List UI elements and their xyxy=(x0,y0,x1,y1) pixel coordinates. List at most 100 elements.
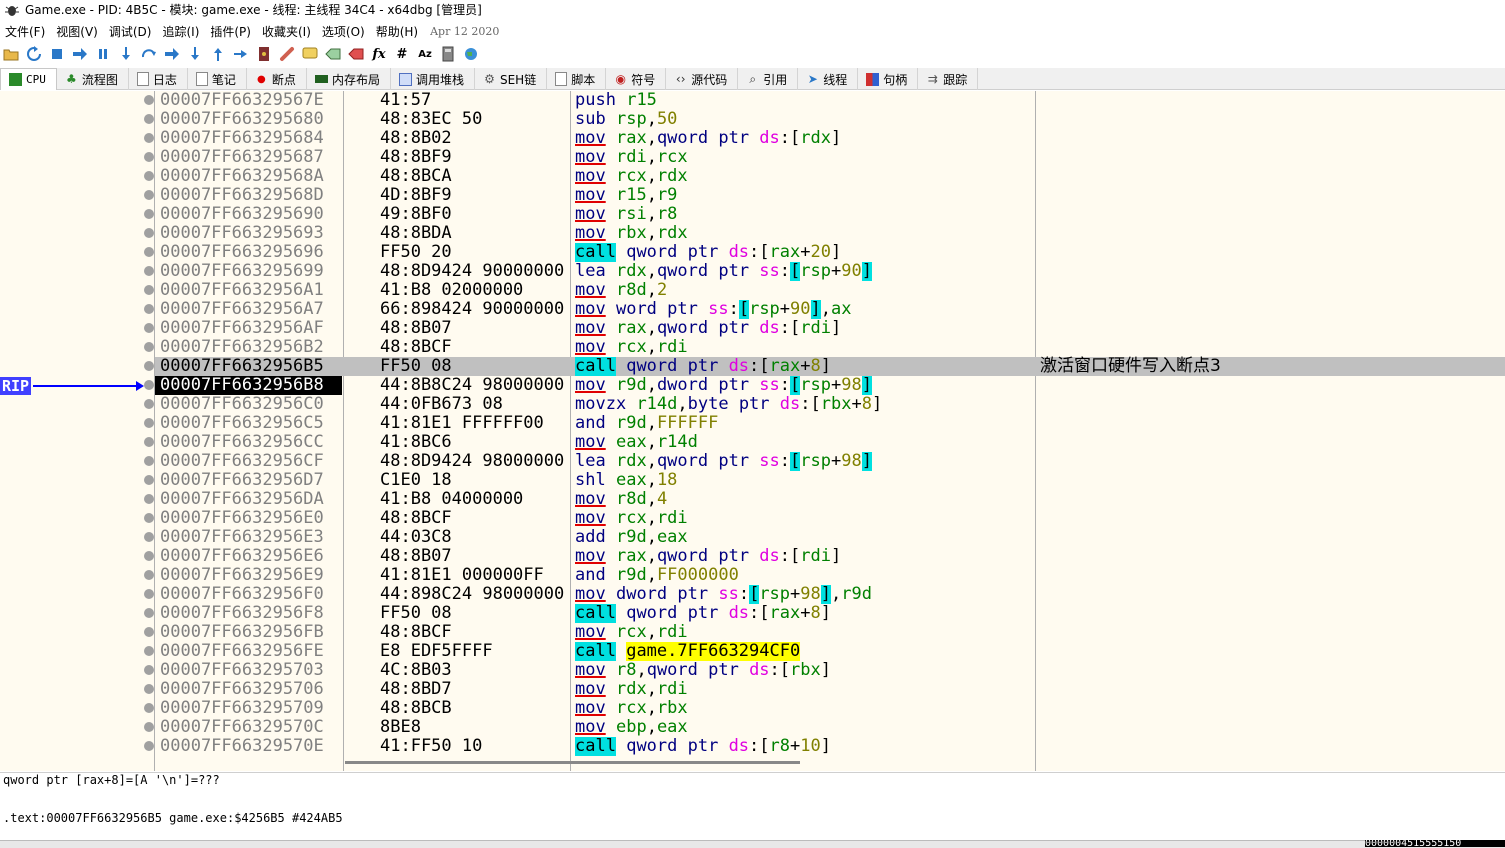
breakpoint-toggle-icon[interactable] xyxy=(144,380,154,390)
tab-source[interactable]: ‹› 源代码 xyxy=(666,68,739,90)
breakpoint-toggle-icon[interactable] xyxy=(144,494,154,504)
breakpoint-toggle-icon[interactable] xyxy=(144,285,154,295)
breakpoint-toggle-icon[interactable] xyxy=(144,228,154,238)
instruction-row[interactable]: 00007FF6632956A7 66:898424 90000000 mov wo… xyxy=(155,300,1505,319)
instruction-row[interactable]: 00007FF6632956FE E8 EDF5FFFF call game.7FF… xyxy=(155,642,1505,661)
breakpoint-toggle-icon[interactable] xyxy=(144,342,154,352)
breakpoint-toggle-icon[interactable] xyxy=(144,551,154,561)
instruction-row[interactable]: 00007FF66329570C 8BE8 mov ebp,eax xyxy=(155,718,1505,737)
instruction-row[interactable]: 00007FF6632956E3 44:03C8 add r9d,eax xyxy=(155,528,1505,547)
breakpoint-toggle-icon[interactable] xyxy=(144,589,154,599)
horizontal-scrollbar[interactable] xyxy=(345,761,800,764)
breakpoint-toggle-icon[interactable] xyxy=(144,532,154,542)
tab-references[interactable]: ⌕ 引用 xyxy=(738,68,799,90)
breakpoint-toggle-icon[interactable] xyxy=(144,266,154,276)
breakpoint-toggle-icon[interactable] xyxy=(144,171,154,181)
instruction-row[interactable]: 00007FF66329568D 4D:8BF9 mov r15,r9 xyxy=(155,186,1505,205)
instruction-row[interactable]: 00007FF6632956CC 41:8BC6 mov eax,r14d xyxy=(155,433,1505,452)
breakpoint-toggle-icon[interactable] xyxy=(144,570,154,580)
tab-symbols[interactable]: ◉ 符号 xyxy=(606,68,667,90)
instruction-row[interactable]: 00007FF663295693 48:8BDA mov rbx,rdx xyxy=(155,224,1505,243)
patch-icon[interactable] xyxy=(278,45,296,63)
menu-debug[interactable]: 调试(D) xyxy=(104,23,158,40)
instruction-row[interactable]: 00007FF6632956AF 48:8B07 mov rax,qword ptr… xyxy=(155,319,1505,338)
menu-file[interactable]: 文件(F) xyxy=(0,23,51,40)
instruction-row[interactable]: 00007FF663295690 49:8BF0 mov rsi,r8 xyxy=(155,205,1505,224)
branch-gutter[interactable]: RIP xyxy=(0,91,153,771)
tab-graph[interactable]: ♣ 流程图 xyxy=(57,68,129,90)
breakpoint-toggle-icon[interactable] xyxy=(144,608,154,618)
pause-icon[interactable] xyxy=(94,45,112,63)
tab-cpu[interactable]: CPU xyxy=(0,68,57,90)
hash-icon[interactable]: # xyxy=(393,45,411,63)
tab-log[interactable]: 日志 xyxy=(129,68,188,90)
instruction-row[interactable]: 00007FF6632956B8 44:8B8C24 98000000 mov r9… xyxy=(155,376,1505,395)
instruction-row[interactable]: 00007FF663295687 48:8BF9 mov rdi,rcx xyxy=(155,148,1505,167)
instruction-row[interactable]: 00007FF663295680 48:83EC 50 sub rsp,50 xyxy=(155,110,1505,129)
instruction-row[interactable]: 00007FF6632956B5 FF50 08 call qword ptr ds… xyxy=(155,357,1505,376)
menu-favourites[interactable]: 收藏夹(I) xyxy=(257,23,317,40)
instruction-row[interactable]: 00007FF6632956CF 48:8D9424 98000000 lea rd… xyxy=(155,452,1505,471)
step-into-icon[interactable] xyxy=(117,45,135,63)
scylla-icon[interactable] xyxy=(255,45,273,63)
instruction-row[interactable]: 00007FF6632956C0 44:0FB673 08 movzx r14d,b… xyxy=(155,395,1505,414)
menu-plugins[interactable]: 插件(P) xyxy=(205,23,257,40)
breakpoint-toggle-icon[interactable] xyxy=(144,323,154,333)
breakpoint-toggle-icon[interactable] xyxy=(144,209,154,219)
open-icon[interactable] xyxy=(2,45,20,63)
instruction-row[interactable]: 00007FF663295684 48:8B02 mov rax,qword ptr… xyxy=(155,129,1505,148)
bookmark-icon[interactable] xyxy=(347,45,365,63)
trace-over-icon[interactable] xyxy=(186,45,204,63)
menu-trace[interactable]: 追踪(I) xyxy=(157,23,205,40)
breakpoint-toggle-icon[interactable] xyxy=(144,304,154,314)
breakpoint-toggle-icon[interactable] xyxy=(144,646,154,656)
instruction-row[interactable]: 00007FF66329568A 48:8BCA mov rcx,rdx xyxy=(155,167,1505,186)
breakpoint-toggle-icon[interactable] xyxy=(144,513,154,523)
instruction-row[interactable]: 00007FF6632956D7 C1E0 18 shl eax,18 xyxy=(155,471,1505,490)
tab-trace[interactable]: ⇉ 跟踪 xyxy=(918,68,979,90)
instruction-row[interactable]: 00007FF663295703 4C:8B03 mov r8,qword ptr … xyxy=(155,661,1505,680)
run-icon[interactable] xyxy=(71,45,89,63)
execute-till-return-icon[interactable] xyxy=(209,45,227,63)
instruction-row[interactable]: 00007FF6632956FB 48:8BCF mov rcx,rdi xyxy=(155,623,1505,642)
instruction-row[interactable]: 00007FF6632956C5 41:81E1 FFFFFF00 and r9d,… xyxy=(155,414,1505,433)
breakpoint-toggle-icon[interactable] xyxy=(144,418,154,428)
tab-notes[interactable]: 笔记 xyxy=(188,68,247,90)
disassembly-view[interactable]: RIP 00007FF66329567E 41:57 push r15 00007FF… xyxy=(0,91,1505,771)
instruction-row[interactable]: 00007FF6632956DA 41:B8 04000000 mov r8d,4 xyxy=(155,490,1505,509)
step-over-icon[interactable] xyxy=(140,45,158,63)
instruction-row[interactable]: 00007FF6632956A1 41:B8 02000000 mov r8d,2 xyxy=(155,281,1505,300)
label-icon[interactable] xyxy=(324,45,342,63)
close-debug-icon[interactable] xyxy=(48,45,66,63)
restart-icon[interactable] xyxy=(25,45,43,63)
breakpoint-toggle-icon[interactable] xyxy=(144,133,154,143)
breakpoint-toggle-icon[interactable] xyxy=(144,95,154,105)
instruction-row[interactable]: 00007FF663295696 FF50 20 call qword ptr ds… xyxy=(155,243,1505,262)
breakpoint-toggle-icon[interactable] xyxy=(144,361,154,371)
instruction-row[interactable]: 00007FF6632956F0 44:898C24 98000000 mov dw… xyxy=(155,585,1505,604)
instruction-row[interactable]: 00007FF66329570E 41:FF50 10 call qword ptr… xyxy=(155,737,1505,756)
breakpoint-toggle-icon[interactable] xyxy=(144,703,154,713)
instruction-row[interactable]: 00007FF66329567E 41:57 push r15 xyxy=(155,91,1505,110)
menu-help[interactable]: 帮助(H) xyxy=(371,23,424,40)
breakpoint-toggle-icon[interactable] xyxy=(144,741,154,751)
function-icon[interactable]: fx xyxy=(370,45,388,63)
instruction-row[interactable]: 00007FF663295706 48:8BD7 mov rdx,rdi xyxy=(155,680,1505,699)
run-to-user-code-icon[interactable] xyxy=(232,45,250,63)
instruction-row[interactable]: 00007FF6632956B2 48:8BCF mov rcx,rdi xyxy=(155,338,1505,357)
breakpoint-toggle-icon[interactable] xyxy=(144,247,154,257)
tab-handles[interactable]: 句柄 xyxy=(858,68,919,90)
breakpoint-toggle-icon[interactable] xyxy=(144,190,154,200)
breakpoint-toggle-icon[interactable] xyxy=(144,475,154,485)
tab-call-stack[interactable]: 调用堆栈 xyxy=(391,68,475,90)
globe-icon[interactable] xyxy=(462,45,480,63)
breakpoint-toggle-icon[interactable] xyxy=(144,437,154,447)
instruction-row[interactable]: 00007FF6632956E0 48:8BCF mov rcx,rdi xyxy=(155,509,1505,528)
instruction-row[interactable]: 00007FF6632956E6 48:8B07 mov rax,qword ptr… xyxy=(155,547,1505,566)
breakpoint-toggle-icon[interactable] xyxy=(144,665,154,675)
instruction-row[interactable]: 00007FF6632956F8 FF50 08 call qword ptr ds… xyxy=(155,604,1505,623)
trace-into-icon[interactable] xyxy=(163,45,181,63)
tab-breakpoints[interactable]: ● 断点 xyxy=(247,68,307,90)
comment-icon[interactable] xyxy=(301,45,319,63)
breakpoint-toggle-icon[interactable] xyxy=(144,722,154,732)
